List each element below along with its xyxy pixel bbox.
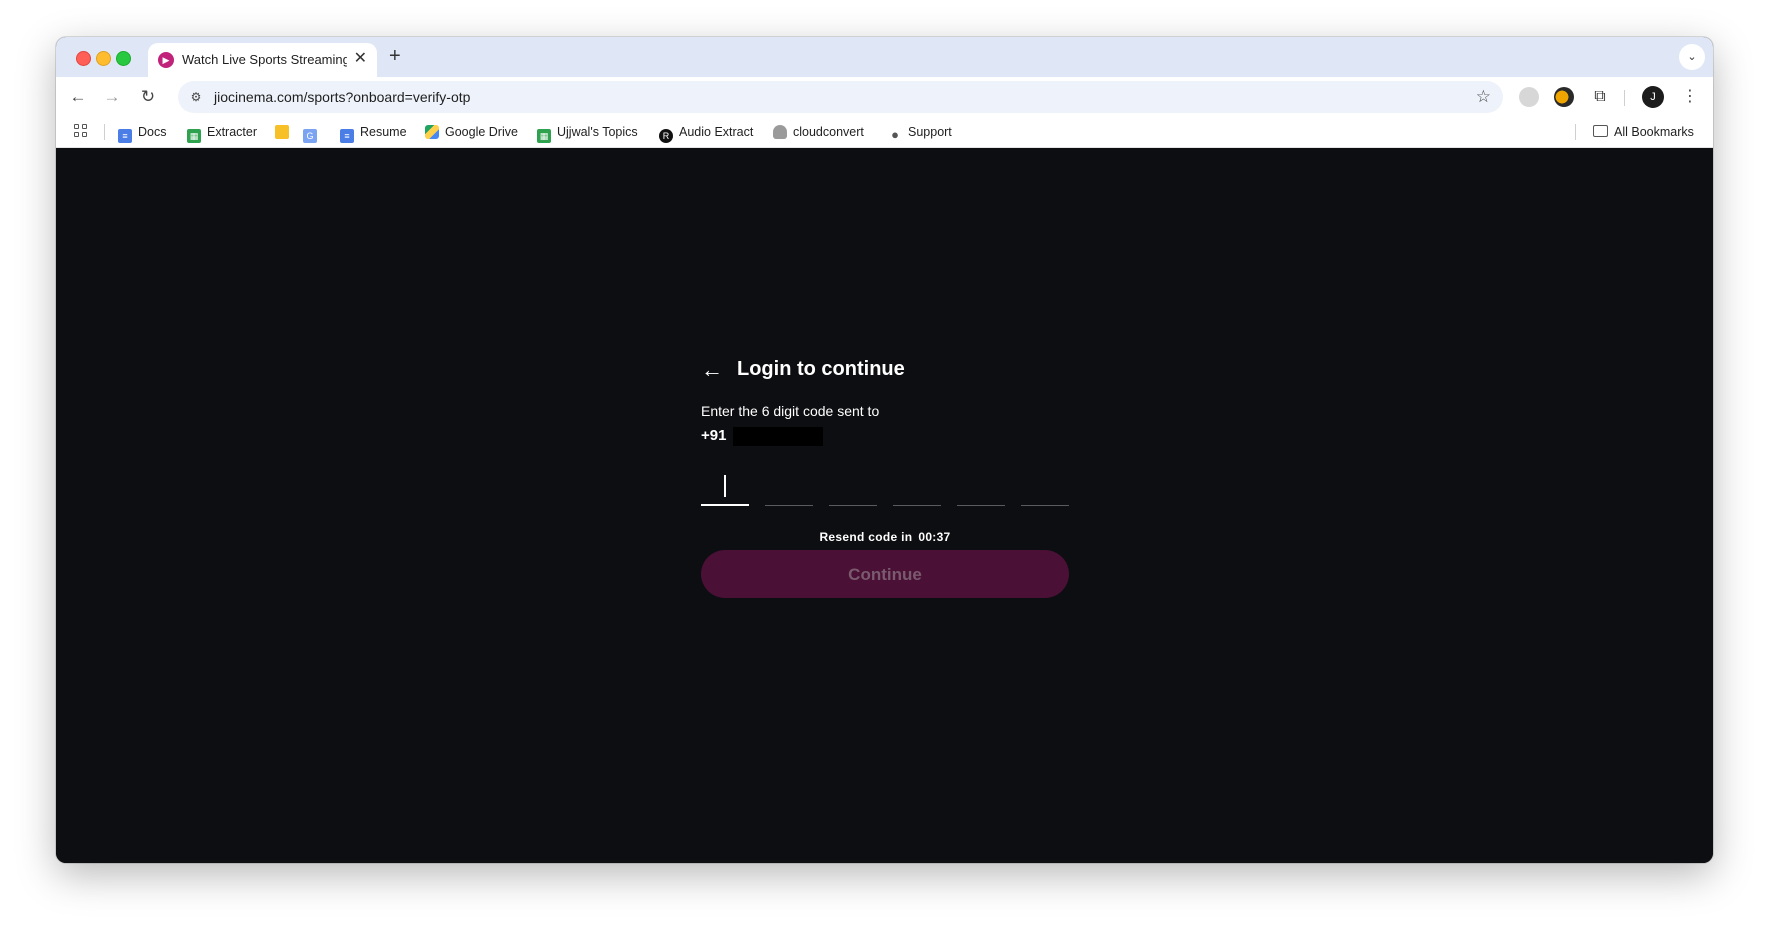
text-caret bbox=[724, 475, 726, 497]
all-bookmarks-button[interactable]: All Bookmarks bbox=[1593, 123, 1694, 141]
bookmark-support[interactable]: ● Support bbox=[888, 123, 952, 142]
bookmarks-divider bbox=[1575, 124, 1576, 140]
active-tab[interactable]: ▶ Watch Live Sports Streaming ✕ bbox=[148, 43, 377, 77]
folder-icon bbox=[1593, 125, 1608, 137]
tab-strip: ▶ Watch Live Sports Streaming ✕ + ⌄ bbox=[56, 37, 1713, 77]
jiocinema-icon: ▶ bbox=[158, 52, 174, 68]
site-info-icon[interactable]: ⚙ bbox=[188, 89, 204, 105]
browser-menu-icon[interactable]: ⋮ bbox=[1680, 87, 1700, 107]
bookmarks-divider bbox=[104, 124, 105, 140]
otp-digit-2[interactable] bbox=[765, 467, 813, 506]
bookmark-translate[interactable]: G bbox=[303, 123, 323, 143]
resend-timer: 00:37 bbox=[918, 530, 951, 544]
otp-digit-5[interactable] bbox=[957, 467, 1005, 506]
page-content: ← Login to continue Enter the 6 digit co… bbox=[56, 148, 1713, 863]
browser-toolbar: ← → ↻ ⚙ jiocinema.com/sports?onboard=ver… bbox=[56, 77, 1713, 117]
r-icon: R bbox=[659, 129, 673, 143]
bookmark-resume[interactable]: ≡ Resume bbox=[340, 123, 407, 143]
toolbar-divider bbox=[1624, 90, 1625, 106]
otp-digit-3[interactable] bbox=[829, 467, 877, 506]
otp-input-group bbox=[701, 467, 1069, 507]
docs-icon: ≡ bbox=[340, 129, 354, 143]
continue-button[interactable]: Continue bbox=[701, 550, 1069, 598]
resend-code-text: Resend code in 00:37 bbox=[701, 530, 1069, 544]
tab-title: Watch Live Sports Streaming bbox=[182, 52, 347, 67]
url-text[interactable]: jiocinema.com/sports?onboard=verify-otp bbox=[214, 89, 470, 105]
bookmark-docs[interactable]: ≡ Docs bbox=[118, 123, 166, 143]
extensions-puzzle-icon[interactable]: ⧉ bbox=[1590, 87, 1610, 107]
new-tab-icon[interactable]: + bbox=[389, 46, 401, 66]
resend-label: Resend code in bbox=[819, 530, 913, 544]
translate-icon: G bbox=[303, 129, 317, 143]
bookmarks-bar: ≡ Docs ▦ Extracter G ≡ Resume Google Drive … bbox=[56, 117, 1713, 148]
sheets-icon: ▦ bbox=[537, 129, 551, 143]
bookmark-google-drive[interactable]: Google Drive bbox=[425, 123, 518, 141]
keep-icon bbox=[275, 125, 289, 139]
otp-digit-4[interactable] bbox=[893, 467, 941, 506]
bookmark-keep[interactable] bbox=[275, 123, 295, 141]
bookmark-audio-extract[interactable]: R Audio Extract bbox=[659, 123, 753, 143]
login-title: Login to continue bbox=[737, 358, 905, 380]
profile-avatar[interactable]: J bbox=[1642, 86, 1664, 108]
forward-icon[interactable]: → bbox=[102, 87, 122, 107]
otp-instructions: Enter the 6 digit code sent to bbox=[701, 403, 880, 419]
bookmark-star-icon[interactable]: ☆ bbox=[1476, 87, 1491, 107]
bookmark-extracter[interactable]: ▦ Extracter bbox=[187, 123, 257, 143]
cloud-icon bbox=[773, 125, 787, 139]
docs-icon: ≡ bbox=[118, 129, 132, 143]
close-window-button[interactable] bbox=[76, 51, 91, 66]
back-icon[interactable]: ← bbox=[68, 87, 88, 107]
maximize-window-button[interactable] bbox=[116, 51, 131, 66]
otp-digit-1[interactable] bbox=[701, 467, 749, 506]
extension-icon[interactable] bbox=[1554, 87, 1574, 107]
bookmark-ujjwals-topics[interactable]: ▦ Ujjwal's Topics bbox=[537, 123, 638, 143]
back-arrow-icon[interactable]: ← bbox=[701, 359, 723, 381]
bookmark-cloudconvert[interactable]: cloudconvert bbox=[773, 123, 864, 141]
minimize-window-button[interactable] bbox=[96, 51, 111, 66]
apple-icon: ● bbox=[891, 127, 899, 142]
reload-icon[interactable]: ↻ bbox=[138, 87, 158, 107]
close-tab-icon[interactable]: ✕ bbox=[354, 51, 367, 67]
address-bar[interactable]: ⚙ jiocinema.com/sports?onboard=verify-ot… bbox=[178, 81, 1503, 113]
sheets-icon: ▦ bbox=[187, 129, 201, 143]
browser-window: ▶ Watch Live Sports Streaming ✕ + ⌄ ← → … bbox=[56, 37, 1713, 863]
phone-number-redacted bbox=[733, 427, 823, 446]
otp-digit-6[interactable] bbox=[1021, 467, 1069, 506]
extension-icon[interactable] bbox=[1519, 87, 1539, 107]
tab-search-chevron-icon[interactable]: ⌄ bbox=[1679, 44, 1705, 70]
drive-icon bbox=[425, 125, 439, 139]
phone-country-code: +91 bbox=[701, 427, 727, 444]
apps-grid-icon[interactable] bbox=[74, 124, 88, 138]
